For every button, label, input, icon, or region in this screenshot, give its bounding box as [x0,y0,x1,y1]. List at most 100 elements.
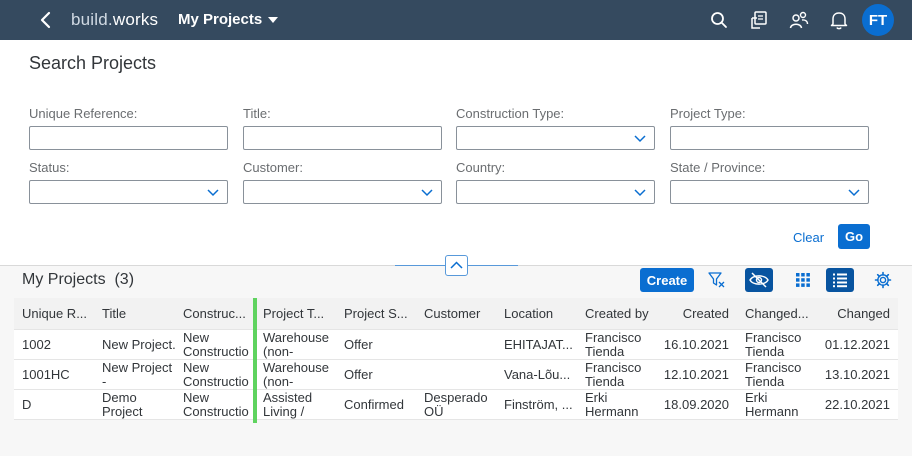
cell-title: New Project. [102,337,176,352]
column-header-changed[interactable]: Changed [817,298,890,329]
chevron-down-icon [421,189,433,197]
grid-view-button[interactable] [789,268,817,292]
clear-button[interactable]: Clear [793,230,824,245]
clear-filter-button[interactable] [703,268,731,292]
cell-project-type: Warehouse (non- [263,330,329,359]
customer-label: Customer: [243,160,303,175]
cell-project-status: Offer [344,367,373,382]
cell-created-by: Francisco Tienda [585,360,642,389]
table-title-text: My Projects [22,271,106,288]
unique-reference-input[interactable] [29,126,228,150]
back-icon[interactable] [36,9,56,31]
chevron-up-icon [450,261,463,269]
column-header-location[interactable]: Location [504,298,576,329]
cell-unique-reference: D [22,397,32,412]
cell-project-status: Confirmed [344,397,404,412]
cell-created: 12.10.2021 [663,367,729,382]
column-header-created-by[interactable]: Created by [585,298,657,329]
cell-location: Finström, ... [504,397,573,412]
column-header-unique-reference[interactable]: Unique R... [22,298,98,329]
cell-project-type: Assisted Living / [263,390,313,419]
list-icon [833,273,847,288]
cell-unique-reference: 1001HC [22,367,70,382]
bell-icon[interactable] [829,10,849,30]
cell-changed-by: Francisco Tienda [745,330,802,359]
table-row[interactable]: 1001HC New Project - New Constructio War… [14,360,898,390]
project-type-input[interactable] [670,126,869,150]
cell-created-by: Erki Hermann [585,390,639,419]
go-button[interactable]: Go [838,224,870,249]
hide-columns-button[interactable] [745,268,773,292]
collapse-divider-left [395,265,445,266]
projects-table: Unique R... Title Construc... Project T.… [14,298,898,420]
column-header-project-type[interactable]: Project T... [263,298,335,329]
eye-slash-icon [749,272,769,288]
country-label: Country: [456,160,506,175]
column-header-created[interactable]: Created [656,298,729,329]
brand-suffix: works [112,10,159,29]
status-label: Status: [29,160,70,175]
cell-location: Vana-Lõu... [504,367,571,382]
column-header-construction-type[interactable]: Construc... [183,298,255,329]
caret-down-icon [268,16,279,23]
cell-location: EHITAJAT... [504,337,573,352]
title-input[interactable] [243,126,442,150]
people-icon[interactable] [789,10,809,30]
cell-construction-type: New Constructio [183,390,249,419]
collapse-header-button[interactable] [445,255,468,276]
title-label: Title: [243,106,271,121]
cell-customer [424,360,496,389]
column-resize-indicator[interactable] [253,298,257,423]
table-title: My Projects (3) [22,271,134,289]
cell-changed: 22.10.2021 [824,397,890,412]
search-icon[interactable] [709,10,729,30]
column-header-customer[interactable]: Customer [424,298,496,329]
column-header-changed-by[interactable]: Changed... [745,298,817,329]
table-row[interactable]: D Demo Project New Constructio Assisted … [14,390,898,420]
cell-project-status: Offer [344,337,373,352]
cell-construction-type: New Constructio [183,330,249,359]
construction-type-label: Construction Type: [456,106,565,121]
brand-logo[interactable]: build.works [71,10,158,30]
filter-title: Search Projects [29,53,157,73]
column-header-title[interactable]: Title [102,298,176,329]
cell-changed-by: Francisco Tienda [745,360,802,389]
cell-created-by: Francisco Tienda [585,330,642,359]
unique-reference-label: Unique Reference: [29,106,138,121]
cell-title: New Project - [102,360,173,389]
cell-changed: 01.12.2021 [824,337,890,352]
user-avatar[interactable]: FT [862,4,894,36]
cell-construction-type: New Constructio [183,360,249,389]
create-button[interactable]: Create [640,268,694,292]
cell-title: Demo Project [102,390,143,419]
shell-bar: build.works My Projects FT [0,0,912,40]
table-row[interactable]: 1002 New Project. New Constructio Wareho… [14,330,898,360]
state-province-label: State / Province: [670,160,766,175]
cell-project-type: Warehouse (non- [263,360,329,389]
app-title-menu[interactable]: My Projects [178,11,279,28]
cell-created: 18.09.2020 [663,397,729,412]
column-header-project-status[interactable]: Project S... [344,298,416,329]
table-count: (3) [114,271,135,288]
settings-button[interactable] [869,268,897,292]
clipboard-icon[interactable] [749,10,769,30]
filter-bar: Search Projects Unique Reference: Title:… [0,40,912,266]
cell-created: 16.10.2021 [663,337,729,352]
list-view-button[interactable] [826,268,854,292]
state-province-select[interactable] [670,180,869,204]
status-select[interactable] [29,180,228,204]
cell-changed-by: Erki Hermann [745,390,799,419]
cell-customer: Desperado OÜ [424,390,488,419]
project-type-label: Project Type: [670,106,746,121]
customer-select[interactable] [243,180,442,204]
chevron-down-icon [634,189,646,197]
grid-icon [796,273,810,287]
construction-type-select[interactable] [456,126,655,150]
filter-clear-icon [708,272,725,288]
chevron-down-icon [634,135,646,143]
table-header-row: Unique R... Title Construc... Project T.… [14,298,898,330]
brand-prefix: build. [71,10,113,29]
country-select[interactable] [456,180,655,204]
collapse-divider-right [468,265,518,266]
cell-changed: 13.10.2021 [824,367,890,382]
